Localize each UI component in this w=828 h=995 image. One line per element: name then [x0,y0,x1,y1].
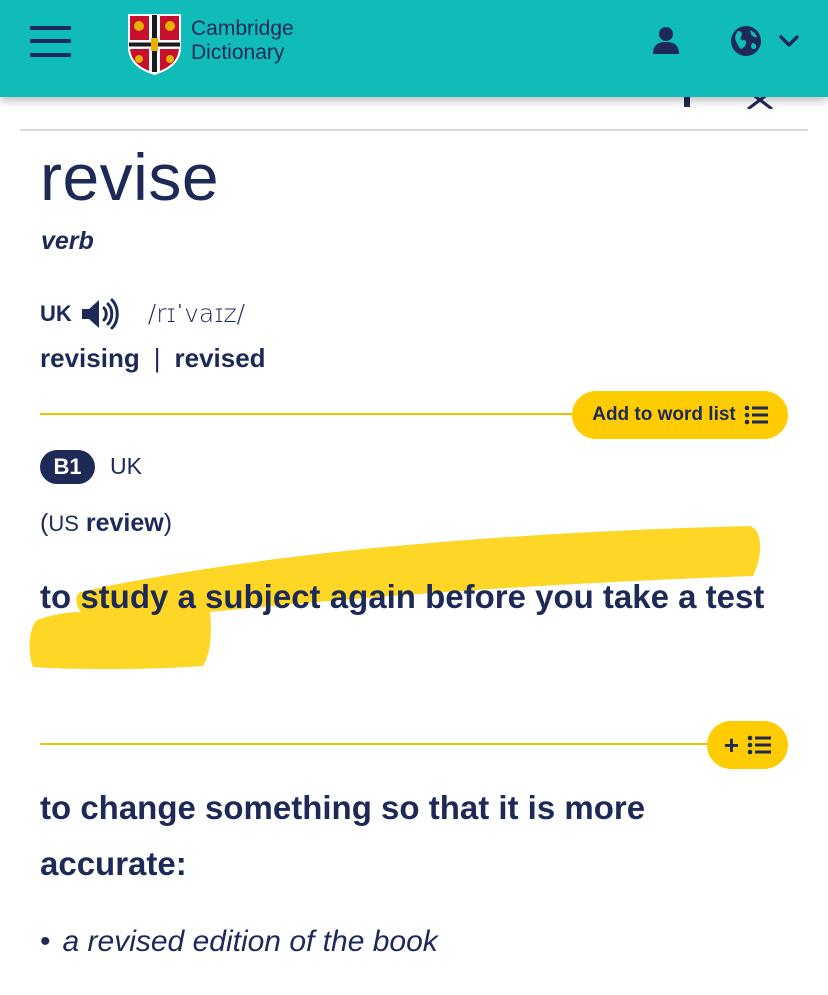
add-to-word-list-button[interactable]: + [707,721,788,769]
user-icon[interactable] [652,26,680,56]
part-of-speech: verb [41,227,94,255]
sense-region: UK [110,453,142,479]
cambridge-crest-icon [128,14,181,75]
chevron-down-icon [779,35,799,47]
inflection-past: revised [174,343,266,373]
x-twitter-icon[interactable] [746,95,774,109]
list-icon [744,405,768,425]
inflections: revising | revised [40,343,266,374]
variant-word[interactable]: review [86,509,164,537]
headword: revise [40,140,220,214]
list-icon [747,735,772,755]
inflection-present-participle: revising [40,343,140,373]
menu-icon[interactable] [30,26,71,58]
add-to-word-list-button[interactable]: Add to word list [572,391,788,439]
pronunciation-region: UK [40,301,72,326]
language-selector[interactable] [730,25,802,57]
us-variant: (US review) [40,509,172,538]
share-bar [20,91,808,131]
globe-icon [731,26,761,56]
ipa-transcription: /rɪˈvaɪz/ [147,299,246,328]
add-to-word-list-label: Add to word list [592,404,736,425]
sense-divider [40,743,720,745]
audio-speaker-icon[interactable] [80,297,120,331]
cefr-level-badge: B1 [40,450,95,484]
variant-close: ) [163,509,173,537]
logo-line-1: Cambridge [191,17,294,40]
variant-region: US [48,511,79,536]
cambridge-logo[interactable]: Cambridge Dictionary [127,13,312,75]
sense-2-definition: to change something so that it is more a… [40,789,646,882]
app-header: Cambridge Dictionary [0,0,828,97]
example-sentence: • a revised edition of the book [40,925,438,959]
sense-divider [40,413,600,415]
sense-1-definition: to study a subject again before you take… [40,578,765,615]
pronunciation-row: UK /rɪˈvaɪz/ [40,297,245,331]
logo-wordmark: Cambridge Dictionary [191,17,294,65]
example-text: a revised edition of the book [62,925,438,958]
logo-line-2: Dictionary [191,41,285,64]
add-icon: + [723,729,740,760]
example-bullet: • [40,925,51,958]
inflection-separator: | [153,343,161,373]
